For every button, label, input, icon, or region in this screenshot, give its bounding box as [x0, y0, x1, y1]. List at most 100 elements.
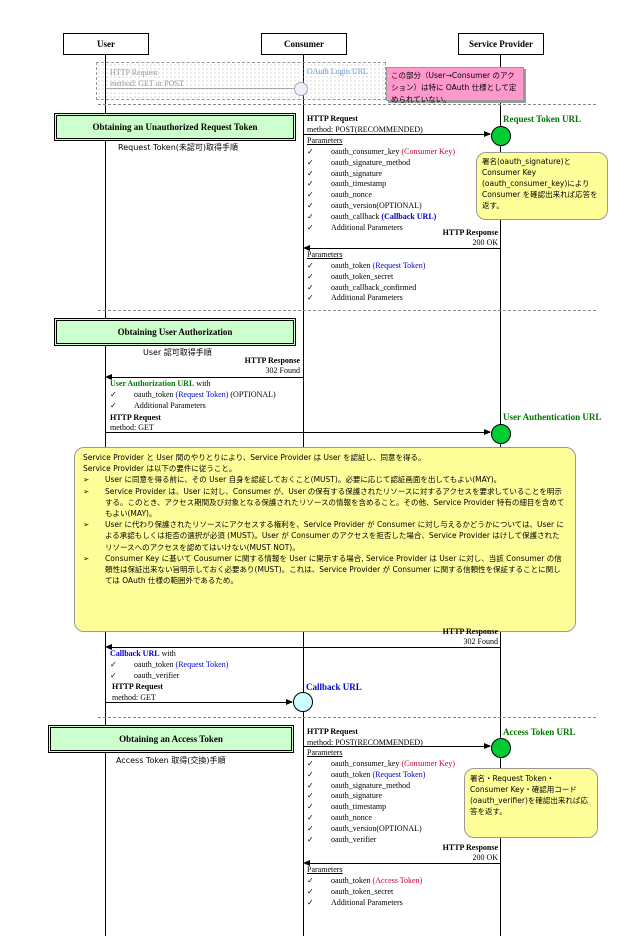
phase3-response-param-list: ✓ oauth_token (Access Token) ✓ oauth_token_…: [307, 876, 422, 908]
user-authentication-url-label: User Authentication URL: [503, 412, 602, 422]
check-icon: ✓: [307, 791, 314, 801]
phase3-response-status: 200 OK: [472, 853, 498, 862]
phase2-title: Obtaining User Authorization: [54, 318, 296, 346]
callback-request-arrowhead: [286, 699, 293, 705]
phase2-response-title: HTTP Response: [244, 356, 300, 365]
access-token-endpoint-node: [491, 738, 511, 758]
requirement-item: ➢ Consumer Key に基いて Cousumer に関する情報を User…: [83, 553, 567, 587]
param-item: ✓ oauth_signature_method: [307, 781, 455, 792]
param-note: (Callback URL): [381, 211, 437, 221]
check-icon: ✓: [307, 834, 314, 844]
param-item: ✓ oauth_version(OPTIONAL): [307, 201, 455, 212]
callback-request-title: HTTP Request: [112, 682, 163, 691]
separator-2: [98, 310, 596, 311]
param-item: ✓ oauth_signature_method: [307, 158, 455, 169]
callback-response-status: 302 Found: [463, 637, 498, 646]
param-name: oauth_token: [331, 261, 371, 270]
param-item: ✓ oauth_signature: [307, 169, 455, 180]
param-item: ✓ oauth_timestamp: [307, 802, 455, 813]
phase1-request-title: HTTP Request: [307, 114, 358, 123]
param-note: (Consumer Key): [401, 147, 455, 156]
param-name: oauth_timestamp: [331, 179, 387, 189]
param-name: oauth_verifier: [134, 670, 180, 680]
param-name: Additional Parameters: [331, 293, 403, 303]
check-icon: ✓: [307, 222, 314, 232]
check-icon: ✓: [307, 200, 314, 210]
user-auth-endpoint-node: [491, 424, 511, 444]
callback-response-arrow: [112, 647, 500, 648]
param-name: Additional Parameters: [331, 222, 403, 232]
param-name: oauth_verifier: [331, 834, 377, 844]
param-item: ✓ oauth_nonce: [307, 190, 455, 201]
param-item: ✓ oauth_timestamp: [307, 179, 455, 190]
request-token-url-label: Request Token URL: [503, 114, 582, 124]
param-name: oauth_signature: [331, 168, 383, 178]
callback-url-label: Callback URL: [306, 682, 362, 692]
actor-service-provider: Service Provider: [458, 33, 544, 55]
phase1-request-arrow: [304, 134, 490, 135]
actor-user: User: [63, 33, 149, 55]
requirement-text: User に同意を得る前に、その User 自身を認証しておくこと(MUST)。…: [105, 475, 502, 485]
param-item: ✓ oauth_consumer_key (Consumer Key): [307, 759, 455, 770]
phase2-request-title: HTTP Request: [110, 413, 161, 422]
param-name: oauth_callback: [331, 211, 380, 221]
phase3-request-arrowhead: [484, 743, 491, 749]
phase2-request-method: method: GET: [110, 423, 154, 432]
check-icon: ✓: [307, 812, 314, 822]
phase3-request-title: HTTP Request: [307, 727, 358, 736]
phase3-response-params-label: Parameters: [307, 865, 343, 874]
phase3-param-list: ✓ oauth_consumer_key (Consumer Key) ✓ oauth…: [307, 759, 455, 845]
param-item: ✓ oauth_callback_confirmed: [307, 283, 425, 294]
phase1-title: Obtaining an Unauthorized Request Token: [54, 113, 296, 141]
callback-url-line: Callback URL with: [110, 649, 176, 658]
check-icon: ✓: [307, 780, 314, 790]
param-item: ✓ oauth_token (Request Token): [307, 770, 455, 781]
param-note: (Request Token): [372, 769, 426, 779]
phase3-title: Obtaining an Access Token: [48, 725, 294, 753]
param-item: ✓ oauth_consumer_key (Consumer Key): [307, 147, 455, 158]
param-note: (Request Token): [175, 390, 229, 399]
user-authorization-requirements-note: Service Provider と User 間のやりとりにより、Servic…: [74, 447, 576, 632]
param-name: oauth_timestamp: [331, 802, 387, 812]
user-authorization-url-label: User Authorization URL: [110, 379, 195, 388]
param-name: oauth_token_secret: [331, 886, 394, 896]
param-item: ✓ oauth_version(OPTIONAL): [307, 824, 455, 835]
param-name: oauth_signature_method: [331, 157, 411, 167]
phase1-subtitle: Request Token(未認可)取得手順: [118, 143, 239, 152]
param-name: oauth_token: [331, 769, 371, 779]
param-name: oauth_consumer_key: [331, 147, 400, 156]
check-icon: ✓: [307, 876, 314, 885]
param-item: ✓ oauth_callback (Callback URL): [307, 212, 455, 223]
phase1-response-params-label: Parameters: [307, 250, 343, 259]
oauth-login-node: [294, 82, 308, 96]
param-item: ✓ oauth_token (Access Token): [307, 876, 422, 887]
param-item: ✓ oauth_token (Request Token): [307, 261, 425, 272]
param-name: oauth_version(OPTIONAL): [331, 200, 422, 210]
access-token-url-label: Access Token URL: [503, 727, 576, 737]
param-item: ✓ oauth_token (Request Token) (OPTIONAL): [110, 390, 276, 401]
check-icon: ✓: [307, 211, 314, 221]
request-token-endpoint-node: [491, 126, 511, 146]
phase1-params-label: Parameters: [307, 136, 343, 145]
param-note: (Request Token): [175, 660, 229, 669]
param-name: oauth_token_secret: [331, 271, 394, 281]
phase1-request-arrowhead: [484, 131, 491, 137]
requirements-intro-2: Service Provider は以下の要件に従うこと。: [83, 464, 237, 474]
top-request-method: method: GET or POST: [110, 79, 184, 88]
phase3-params-label: Parameters: [307, 748, 343, 757]
requirements-intro-1: Service Provider と User 間のやりとりにより、Servic…: [83, 453, 426, 462]
phase1-param-list: ✓ oauth_consumer_key (Consumer Key) ✓ oauth…: [307, 147, 455, 233]
phase1-response-arrow: [310, 248, 500, 249]
top-request-arrow: [106, 88, 296, 89]
param-item: ✓ Additional Parameters: [307, 293, 425, 304]
phase2-auth-param-list: ✓ oauth_token (Request Token) (OPTIONAL) ✓…: [110, 390, 276, 412]
phase2-subtitle: User 認可取得手順: [143, 348, 212, 357]
requirement-item: ➢ User に同意を得る前に、その User 自身を認証しておくこと(MUST)…: [83, 474, 567, 485]
phase2-response-status: 302 Found: [265, 366, 300, 375]
param-name: oauth_signature: [331, 791, 383, 801]
actor-consumer: Consumer: [261, 33, 347, 55]
user-authorization-url-line: User Authorization URL with: [110, 379, 211, 388]
check-icon: ✓: [307, 759, 314, 768]
param-item: ✓ Additional Parameters: [110, 401, 276, 412]
check-icon: ✓: [307, 190, 314, 200]
